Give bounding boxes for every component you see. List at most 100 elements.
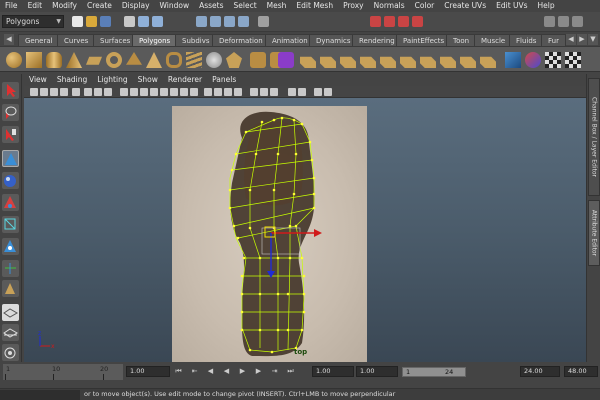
- menu-help[interactable]: Help: [533, 0, 560, 12]
- tab-rendering[interactable]: Rendering: [352, 34, 402, 46]
- textured-icon[interactable]: [150, 88, 158, 96]
- hud-icon[interactable]: [250, 88, 258, 96]
- merge-icon[interactable]: [460, 56, 476, 68]
- tab-surfaces[interactable]: Surfaces: [93, 34, 138, 46]
- camera-sequencer-icon[interactable]: [324, 88, 332, 96]
- menu-select[interactable]: Select: [229, 0, 262, 12]
- combine-icon[interactable]: [250, 52, 266, 68]
- isolate-select-icon[interactable]: [204, 88, 212, 96]
- poly-sphere-icon[interactable]: [6, 52, 22, 68]
- save-scene-icon[interactable]: [100, 16, 111, 27]
- select-hierarchy-icon[interactable]: [124, 16, 135, 27]
- menu-proxy[interactable]: Proxy: [338, 0, 369, 12]
- multisample-icon[interactable]: [190, 88, 198, 96]
- panel-menu-shading[interactable]: Shading: [52, 74, 92, 86]
- menu-create-uvs[interactable]: Create UVs: [439, 0, 491, 12]
- select-component-icon[interactable]: [152, 16, 163, 27]
- tab-general[interactable]: General: [18, 34, 60, 46]
- ipr-render-icon[interactable]: [398, 16, 409, 27]
- top-viewport[interactable]: top x z: [24, 98, 586, 362]
- x-ray-joints-icon[interactable]: [224, 88, 232, 96]
- shelf-scroll-right-icon[interactable]: ▶: [577, 34, 587, 45]
- select-tool-icon[interactable]: [2, 82, 19, 99]
- split-polygon-icon[interactable]: [380, 56, 396, 68]
- snap-plane-icon[interactable]: [238, 16, 249, 27]
- move-tool-icon[interactable]: [2, 150, 19, 167]
- tab-subdivs[interactable]: Subdivs: [175, 34, 217, 46]
- current-frame-field[interactable]: 1.00: [126, 366, 170, 377]
- menu-set-dropdown[interactable]: Polygons ▼: [2, 15, 64, 28]
- uv-cylindrical-icon[interactable]: [525, 52, 541, 68]
- menu-edit-uvs[interactable]: Edit UVs: [491, 0, 532, 12]
- smooth-icon[interactable]: [278, 52, 294, 68]
- tab-painteffects[interactable]: PaintEffects: [396, 34, 452, 46]
- shelf-menu-icon[interactable]: ◀: [4, 34, 14, 45]
- poly-prism-icon[interactable]: [126, 52, 142, 65]
- render-icon[interactable]: [384, 16, 395, 27]
- poly-platonic-icon[interactable]: [226, 52, 242, 68]
- poly-torus-icon[interactable]: [106, 52, 122, 68]
- bevel-icon[interactable]: [440, 56, 456, 68]
- uv-editor-icon[interactable]: [565, 52, 581, 68]
- uv-planar-icon[interactable]: [505, 52, 521, 68]
- color-management-icon[interactable]: [314, 88, 322, 96]
- insert-edge-loop-icon[interactable]: [400, 56, 416, 68]
- menu-file[interactable]: File: [0, 0, 23, 12]
- tab-muscle[interactable]: Muscle: [474, 34, 513, 46]
- play-forwards-icon[interactable]: ▶: [238, 367, 247, 376]
- menu-window[interactable]: Window: [155, 0, 195, 12]
- playback-start-field[interactable]: 1.00: [356, 366, 398, 377]
- grid-toggle-icon[interactable]: [72, 88, 80, 96]
- menu-modify[interactable]: Modify: [47, 0, 82, 12]
- go-to-end-icon[interactable]: ⏭: [286, 367, 295, 376]
- menu-edit[interactable]: Edit: [23, 0, 48, 12]
- menu-color[interactable]: Color: [410, 0, 440, 12]
- shadows-icon[interactable]: [170, 88, 178, 96]
- menu-normals[interactable]: Normals: [369, 0, 410, 12]
- tab-animation[interactable]: Animation: [265, 34, 315, 46]
- new-scene-icon[interactable]: [72, 16, 83, 27]
- exposure-icon[interactable]: [288, 88, 296, 96]
- menu-assets[interactable]: Assets: [194, 0, 228, 12]
- snap-point-icon[interactable]: [224, 16, 235, 27]
- two-sided-lighting-icon[interactable]: [260, 88, 268, 96]
- tab-dynamics[interactable]: Dynamics: [309, 34, 358, 46]
- bridge-icon[interactable]: [320, 56, 336, 68]
- show-attribute-editor-icon[interactable]: [544, 16, 555, 27]
- select-object-icon[interactable]: [138, 16, 149, 27]
- uv-spherical-icon[interactable]: [545, 52, 561, 68]
- range-start-field[interactable]: 1.00: [312, 366, 354, 377]
- x-ray-icon[interactable]: [214, 88, 222, 96]
- step-forward-key-icon[interactable]: ⇥: [270, 367, 279, 376]
- tab-curves[interactable]: Curves: [57, 34, 96, 46]
- last-tool-icon[interactable]: [2, 280, 19, 297]
- gate-mask-icon[interactable]: [104, 88, 112, 96]
- smooth-shade-icon[interactable]: [130, 88, 138, 96]
- step-back-key-icon[interactable]: ⇤: [190, 367, 199, 376]
- tab-attribute-editor[interactable]: Attribute Editor: [588, 200, 600, 266]
- poly-helix-icon[interactable]: [186, 52, 202, 68]
- show-channel-box-icon[interactable]: [572, 16, 583, 27]
- shelf-scroll-left-icon[interactable]: ◀: [566, 34, 576, 45]
- poly-plane-icon[interactable]: [86, 56, 102, 65]
- rotate-tool-icon[interactable]: [2, 172, 19, 189]
- image-plane-icon[interactable]: [60, 88, 68, 96]
- screen-space-ao-icon[interactable]: [180, 88, 188, 96]
- tab-channel-box[interactable]: Channel Box / Layer Editor: [588, 78, 600, 196]
- collapse-icon[interactable]: [480, 56, 496, 68]
- go-to-start-icon[interactable]: ⏮: [174, 367, 183, 376]
- poly-pipe-icon[interactable]: [166, 52, 182, 68]
- poly-cube-icon[interactable]: [26, 52, 42, 68]
- resolution-gate-icon[interactable]: [94, 88, 102, 96]
- history-icon[interactable]: [258, 16, 269, 27]
- offset-edge-loop-icon[interactable]: [420, 56, 436, 68]
- wireframe-icon[interactable]: [120, 88, 128, 96]
- step-forward-frame-icon[interactable]: ▶: [254, 367, 263, 376]
- panel-menu-lighting[interactable]: Lighting: [92, 74, 132, 86]
- menu-mesh[interactable]: Mesh: [262, 0, 292, 12]
- command-line-field[interactable]: [0, 390, 80, 400]
- lasso-tool-icon[interactable]: [2, 104, 19, 121]
- tab-fluids[interactable]: Fluids: [509, 34, 544, 46]
- x-ray-components-icon[interactable]: [234, 88, 242, 96]
- render-view-icon[interactable]: [370, 16, 381, 27]
